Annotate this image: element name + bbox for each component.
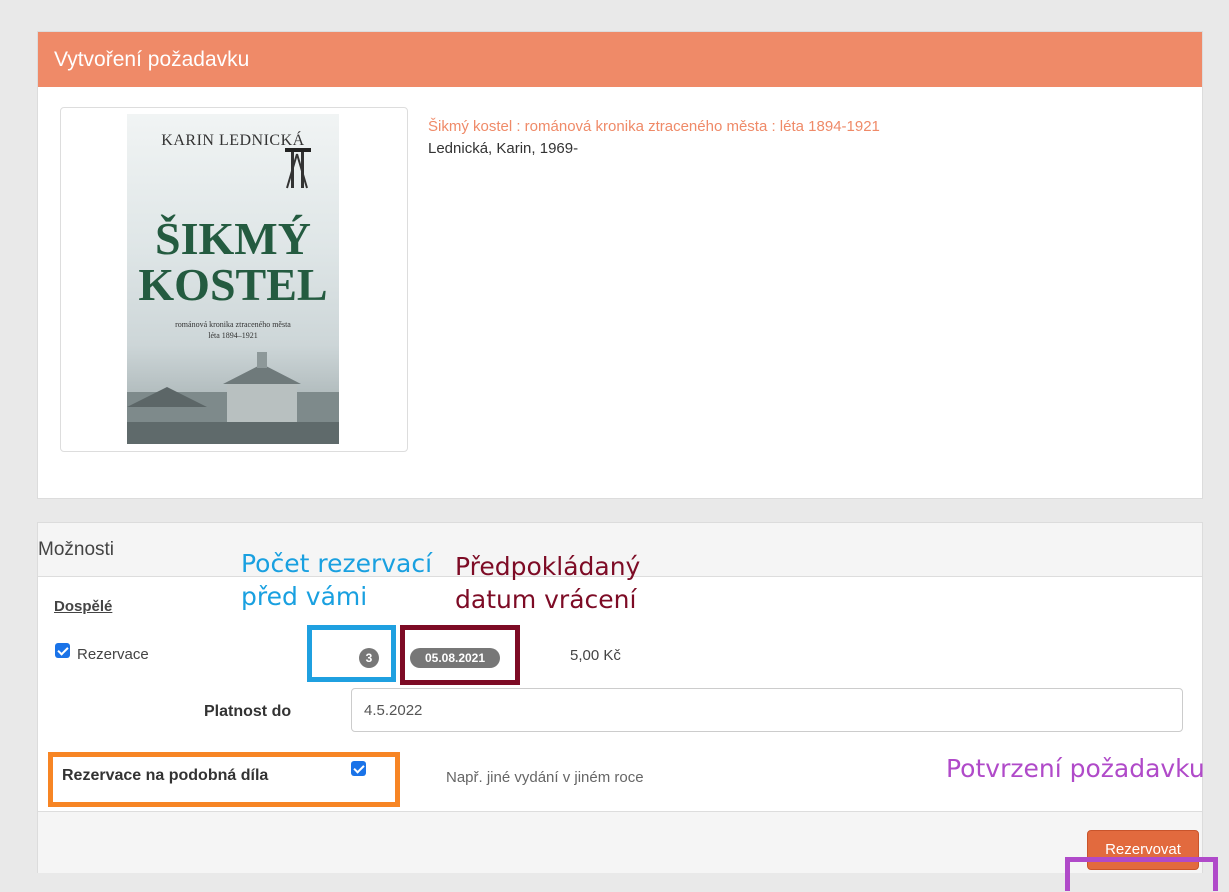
book-author: Lednická, Karin, 1969- — [428, 140, 579, 157]
book-title-link[interactable]: Šikmý kostel : románová kronika ztracené… — [428, 118, 880, 135]
price: 5,00 Kč — [570, 647, 621, 664]
queue-annotation: Počet rezervací před vámi — [241, 549, 433, 611]
panel-title: Vytvoření požadavku — [38, 32, 1202, 87]
return-date-annotation: Předpokládaný datum vrácení — [455, 552, 641, 614]
validity-date-input[interactable] — [351, 688, 1183, 732]
reserve-highlight-box — [1065, 857, 1218, 891]
reservation-checkbox[interactable] — [55, 643, 70, 658]
cover-thumbnail[interactable]: KARIN LEDNICKÁ ŠIKMÝ KOSTEL románová kro… — [60, 107, 408, 452]
cover-subtitle-line1: románová kronika ztraceného města — [175, 320, 291, 329]
mine-tower-icon — [285, 148, 311, 189]
cover-title-line1: ŠIKMÝ — [155, 213, 311, 264]
book-cover-image: KARIN LEDNICKÁ ŠIKMÝ KOSTEL románová kro… — [127, 114, 339, 444]
return-date-highlight-box — [400, 625, 520, 685]
reservation-label[interactable]: Rezervace — [77, 646, 149, 663]
section-adults-link[interactable]: Dospělé — [54, 598, 112, 615]
similar-works-hint: Např. jiné vydání v jiném roce — [446, 769, 644, 786]
validity-label: Platnost do — [204, 703, 292, 720]
cover-title-line2: KOSTEL — [138, 259, 328, 310]
options-title: Možnosti — [38, 539, 115, 560]
request-panel: Vytvoření požadavku KARIN LEDNICKÁ ŠIKMÝ… — [37, 31, 1203, 499]
cover-subtitle: románová kronika ztraceného města léta 1… — [127, 319, 339, 341]
panel-footer — [38, 811, 1202, 873]
similar-works-highlight-box — [48, 752, 400, 807]
church-illustration — [127, 352, 339, 444]
queue-highlight-box — [307, 625, 396, 682]
confirm-annotation: Potvrzení požadavku — [946, 754, 1205, 783]
cover-subtitle-line2: léta 1894–1921 — [208, 331, 258, 340]
